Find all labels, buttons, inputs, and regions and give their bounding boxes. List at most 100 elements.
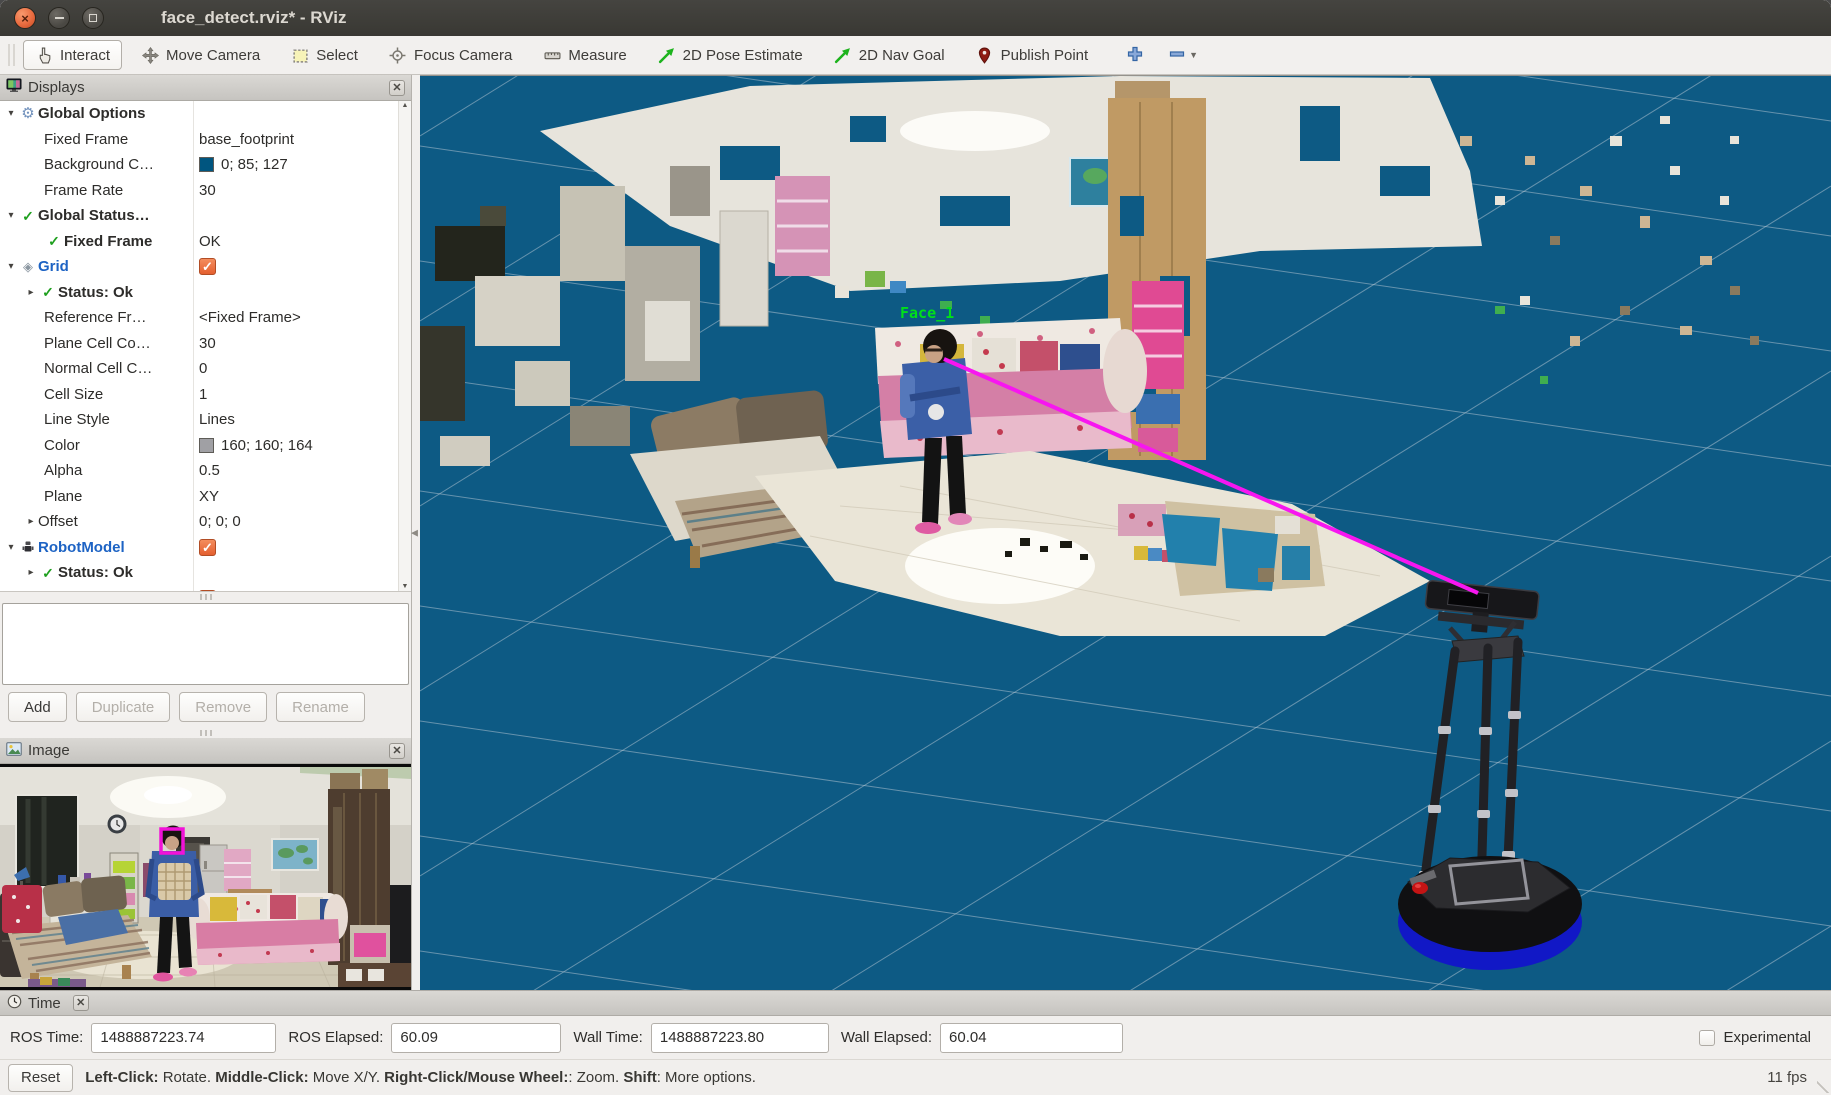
add-display-button[interactable]: Add bbox=[8, 692, 67, 722]
collapsed-arrow-icon[interactable]: ▸ bbox=[24, 516, 38, 527]
enable-checkbox[interactable]: ✓ bbox=[199, 539, 216, 556]
tree-row-value[interactable]: 0; 85; 127 bbox=[221, 156, 288, 173]
duplicate-display-button[interactable]: Duplicate bbox=[76, 692, 171, 722]
time-field-label: Wall Time: bbox=[573, 1029, 642, 1046]
resize-grip[interactable] bbox=[1817, 1081, 1829, 1093]
expand-arrow-icon[interactable]: ▾ bbox=[4, 261, 18, 272]
tree-row[interactable]: ✓ bbox=[0, 586, 411, 593]
tree-row[interactable]: ▾◈Grid✓ bbox=[0, 254, 411, 280]
tree-column-divider[interactable] bbox=[193, 101, 194, 591]
image-panel-header: Image ✕ bbox=[0, 738, 411, 764]
scroll-up-icon[interactable]: ▲ bbox=[402, 102, 409, 109]
tree-scrollbar[interactable]: ▲ ▼ bbox=[398, 101, 411, 591]
tree-row-value[interactable]: Lines bbox=[199, 411, 235, 428]
collapsed-arrow-icon[interactable]: ▸ bbox=[24, 287, 38, 298]
panel-splitter-handle[interactable] bbox=[0, 728, 411, 738]
tree-row-value[interactable]: OK bbox=[199, 233, 221, 250]
ros-time-input[interactable] bbox=[91, 1023, 276, 1053]
tree-row[interactable]: Frame Rate 30 bbox=[0, 178, 411, 204]
wall-time-input[interactable] bbox=[651, 1023, 829, 1053]
enable-checkbox[interactable]: ✓ bbox=[199, 590, 216, 592]
tree-row[interactable]: ▸✓Status: Ok bbox=[0, 280, 411, 306]
tree-row-label: Frame Rate bbox=[44, 182, 123, 199]
tool-label: 2D Nav Goal bbox=[859, 47, 945, 64]
window-close-button[interactable]: × bbox=[14, 7, 36, 29]
3d-viewport[interactable]: Face_1 bbox=[420, 75, 1831, 990]
tree-row-value[interactable]: 0.5 bbox=[199, 462, 220, 479]
tree-row[interactable]: Alpha0.5 bbox=[0, 458, 411, 484]
tool-interact[interactable]: Interact bbox=[23, 40, 122, 70]
toolbar-drag-handle[interactable] bbox=[8, 44, 15, 66]
tree-row[interactable]: Cell Size1 bbox=[0, 382, 411, 408]
tree-row[interactable]: ▾⚙Global Options bbox=[0, 101, 411, 127]
tool-publish-point[interactable]: Publish Point bbox=[964, 40, 1101, 70]
window-minimize-button[interactable] bbox=[48, 7, 70, 29]
add-tool-button[interactable] bbox=[1127, 46, 1143, 65]
tool-select[interactable]: Select bbox=[279, 40, 370, 70]
tree-row-value[interactable]: 30 bbox=[199, 335, 216, 352]
tree-row[interactable]: PlaneXY bbox=[0, 484, 411, 510]
tree-row[interactable]: Color 160; 160; 164 bbox=[0, 433, 411, 459]
tree-row-value[interactable]: 160; 160; 164 bbox=[221, 437, 313, 454]
window-title: face_detect.rviz* - RViz bbox=[161, 8, 347, 28]
window-maximize-button[interactable] bbox=[82, 7, 104, 29]
tree-row[interactable]: Reference Fr…<Fixed Frame> bbox=[0, 305, 411, 331]
ros-elapsed-input[interactable] bbox=[391, 1023, 561, 1053]
tree-row-value[interactable]: <Fixed Frame> bbox=[199, 309, 301, 326]
remove-tool-button[interactable]: ▼ bbox=[1169, 46, 1198, 65]
tree-row-label: Color bbox=[44, 437, 80, 454]
displays-panel-close-icon[interactable]: ✕ bbox=[389, 80, 405, 96]
grid-icon: ◈ bbox=[18, 260, 38, 273]
tree-row[interactable]: ▸✓Status: Ok bbox=[0, 560, 411, 586]
rename-display-button[interactable]: Rename bbox=[276, 692, 365, 722]
tree-row-value[interactable]: base_footprint bbox=[199, 131, 294, 148]
tree-row[interactable]: ▾RobotModel✓ bbox=[0, 535, 411, 561]
scroll-down-icon[interactable]: ▼ bbox=[402, 583, 409, 590]
window-titlebar: × face_detect.rviz* - RViz bbox=[0, 0, 1831, 36]
tree-row[interactable]: ▾✓Global Status… bbox=[0, 203, 411, 229]
tool-move-camera[interactable]: Move Camera bbox=[129, 40, 272, 70]
tool-measure[interactable]: Measure bbox=[531, 40, 638, 70]
tree-row-value[interactable]: 0 bbox=[199, 360, 207, 377]
tree-row[interactable]: ✓Fixed FrameOK bbox=[0, 229, 411, 255]
time-field-label: ROS Elapsed: bbox=[288, 1029, 383, 1046]
tree-row[interactable]: Normal Cell C…0 bbox=[0, 356, 411, 382]
panel-viewport-splitter[interactable]: ◀ bbox=[412, 75, 420, 990]
tree-row-label: Plane Cell Co… bbox=[44, 335, 151, 352]
panel-splitter-handle[interactable] bbox=[0, 592, 411, 602]
color-swatch[interactable] bbox=[199, 438, 214, 453]
mouse-help-text: Left-Click: Rotate. Middle-Click: Move X… bbox=[85, 1069, 756, 1086]
tree-row[interactable]: Fixed Framebase_footprint bbox=[0, 127, 411, 153]
expand-arrow-icon[interactable]: ▾ bbox=[4, 108, 18, 119]
reset-button[interactable]: Reset bbox=[8, 1064, 73, 1092]
tool-focus-camera[interactable]: Focus Camera bbox=[377, 40, 524, 70]
expand-arrow-icon[interactable]: ▾ bbox=[4, 210, 18, 221]
tree-row[interactable]: ▸Offset0; 0; 0 bbox=[0, 509, 411, 535]
tool-2d-nav-goal[interactable]: 2D Nav Goal bbox=[822, 40, 957, 70]
displays-panel-header: Displays ✕ bbox=[0, 75, 411, 101]
tree-row[interactable]: Plane Cell Co… 30 bbox=[0, 331, 411, 357]
face-label: Face_1 bbox=[900, 304, 954, 322]
splitter-collapse-icon[interactable]: ◀ bbox=[411, 527, 418, 538]
expand-arrow-icon[interactable]: ▾ bbox=[4, 542, 18, 553]
tree-row-value[interactable]: 0; 0; 0 bbox=[199, 513, 241, 530]
tool-label: 2D Pose Estimate bbox=[683, 47, 803, 64]
tool-2d-pose-estimate[interactable]: 2D Pose Estimate bbox=[646, 40, 815, 70]
tree-row-label: Line Style bbox=[44, 411, 110, 428]
dropdown-caret-icon[interactable]: ▼ bbox=[1189, 50, 1198, 60]
remove-display-button[interactable]: Remove bbox=[179, 692, 267, 722]
wall-elapsed-input[interactable] bbox=[940, 1023, 1123, 1053]
tree-row-label: Global Status… bbox=[38, 207, 150, 224]
tree-row-value[interactable]: 1 bbox=[199, 386, 207, 403]
tree-row-value[interactable]: XY bbox=[199, 488, 219, 505]
tool-label: Measure bbox=[568, 47, 626, 64]
color-swatch[interactable] bbox=[199, 157, 214, 172]
time-panel-close-icon[interactable]: ✕ bbox=[73, 995, 89, 1011]
enable-checkbox[interactable]: ✓ bbox=[199, 258, 216, 275]
tree-row-value[interactable]: 30 bbox=[199, 182, 216, 199]
tree-row[interactable]: Background C…0; 85; 127 bbox=[0, 152, 411, 178]
collapsed-arrow-icon[interactable]: ▸ bbox=[24, 567, 38, 578]
tree-row[interactable]: Line Style Lines bbox=[0, 407, 411, 433]
image-panel-close-icon[interactable]: ✕ bbox=[389, 743, 405, 759]
experimental-checkbox[interactable] bbox=[1699, 1030, 1715, 1046]
